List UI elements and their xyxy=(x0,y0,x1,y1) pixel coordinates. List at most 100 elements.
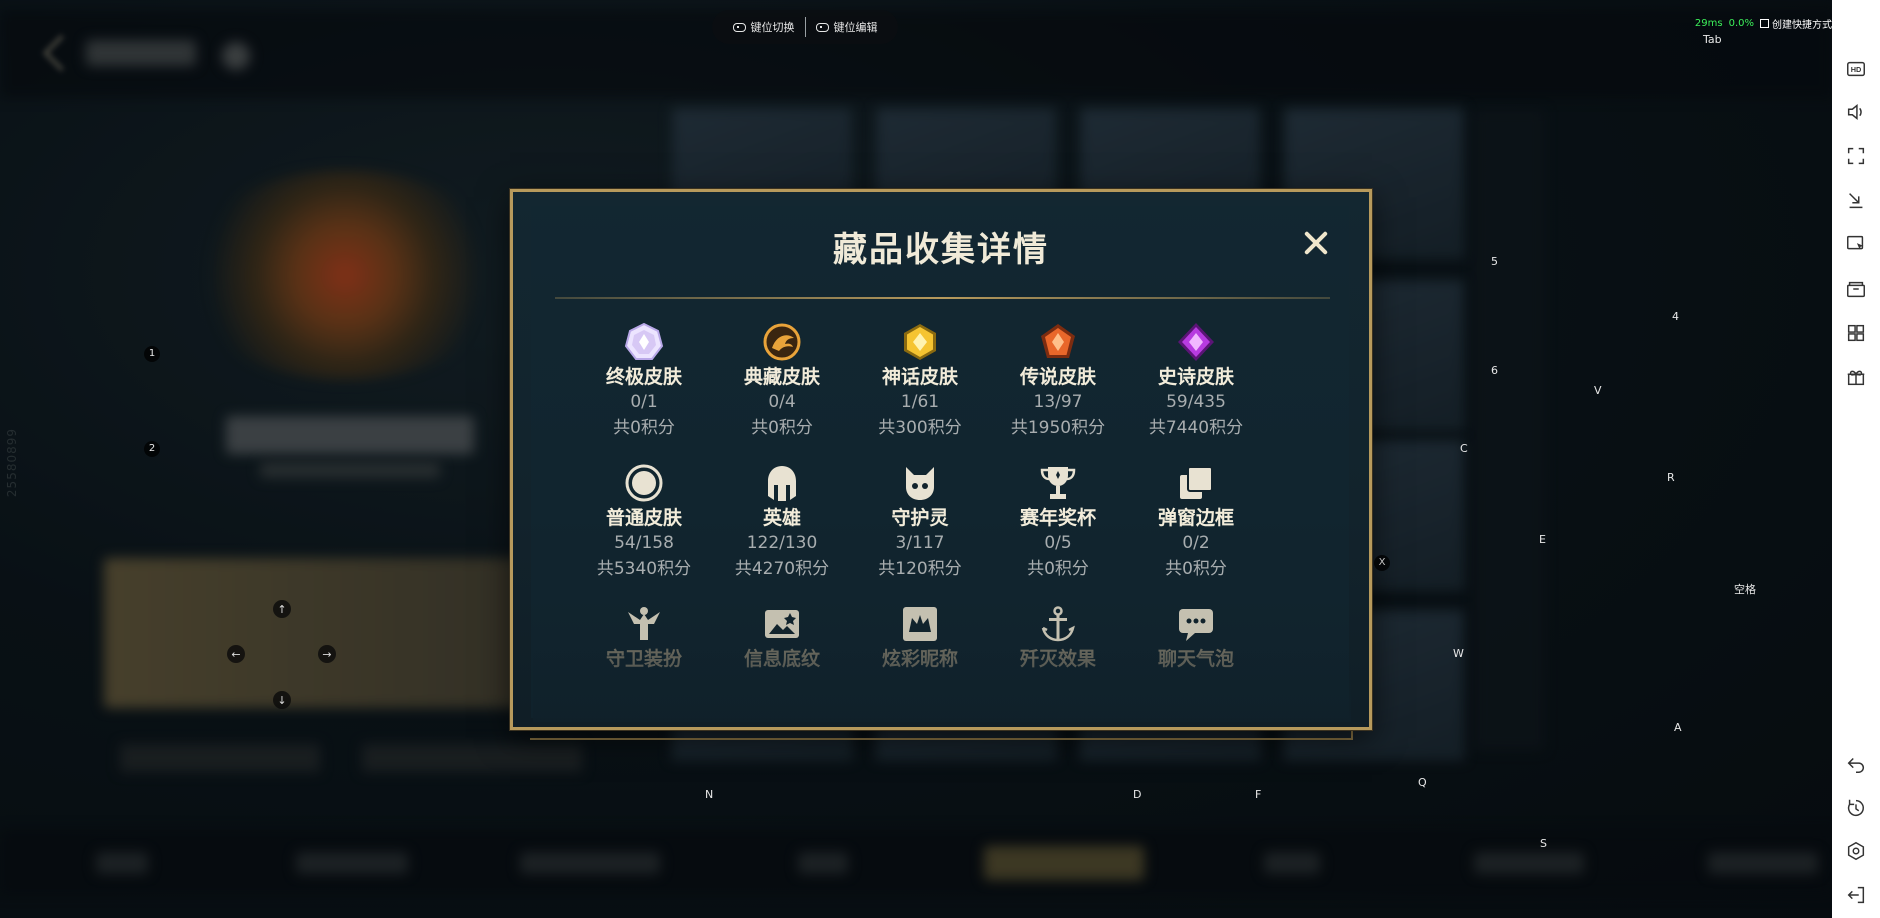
collection-item-normal-skin-circle[interactable]: 普通皮肤 54/158 共5340积分 xyxy=(575,463,713,582)
item-name: 赛年奖杯 xyxy=(1019,507,1096,529)
collection-item-info-background[interactable]: 信息底纹 xyxy=(713,604,851,672)
home-hex-icon[interactable] xyxy=(1844,839,1868,863)
key-label-2: 2 xyxy=(144,441,160,457)
item-count: 59/435 xyxy=(1166,392,1226,412)
hd-quality-icon[interactable]: HD xyxy=(1844,57,1868,81)
mythic-gem-icon xyxy=(900,322,940,362)
item-count: 0/1 xyxy=(630,392,658,412)
collection-item-ultimate-skin-gem[interactable]: 终极皮肤 0/1 共0积分 xyxy=(575,322,713,441)
ultimate-skin-gem-icon xyxy=(624,322,664,362)
hero-helmet-icon xyxy=(762,463,802,503)
create-shortcut-button[interactable]: 创建快捷方式 xyxy=(1760,16,1832,31)
back-icon[interactable] xyxy=(1844,752,1868,776)
item-count: 0/2 xyxy=(1182,533,1210,553)
item-points: 共0积分 xyxy=(613,418,675,438)
item-name: 聊天气泡 xyxy=(1157,648,1234,670)
key-label-e: E xyxy=(1539,533,1546,546)
fullscreen-icon[interactable] xyxy=(1844,144,1868,168)
status-bar: 29ms 0.0% 创建快捷方式 xyxy=(1695,16,1832,31)
key-edit-label: 键位编辑 xyxy=(833,21,878,34)
collection-details-dialog: 藏品收集详情 终极皮肤 0/1 共0积分 典藏皮肤 0/4 共0积分 神话皮肤 1/61 共30… xyxy=(510,189,1372,730)
key-switch-button[interactable]: 键位切换 xyxy=(732,19,795,35)
key-label-x: X xyxy=(1374,555,1390,571)
collection-item-epic-gem[interactable]: 史诗皮肤 59/435 共7440积分 xyxy=(1127,322,1265,441)
item-name: 传说皮肤 xyxy=(1019,366,1096,388)
item-count: 0/5 xyxy=(1044,533,1072,553)
emulator-screen: 25580899 Tab 1 2 3 4 5 6 V C R E X 空格 W … xyxy=(0,0,1880,918)
gift-icon[interactable] xyxy=(1844,365,1868,389)
key-label-a: A xyxy=(1674,721,1682,734)
exit-icon[interactable] xyxy=(1844,883,1868,907)
normal-skin-circle-icon xyxy=(624,463,664,503)
close-button[interactable] xyxy=(1301,228,1331,258)
collection-grid: 终极皮肤 0/1 共0积分 典藏皮肤 0/4 共0积分 神话皮肤 1/61 共300积分 传说皮肤… xyxy=(575,322,1265,672)
item-points: 共4270积分 xyxy=(734,559,830,579)
chat-bubble-icon xyxy=(1176,604,1216,644)
item-points: 共0积分 xyxy=(751,418,813,438)
collection-item-trophy[interactable]: 赛年奖杯 0/5 共0积分 xyxy=(989,463,1127,582)
collection-item-guardian-spirit[interactable]: 守护灵 3/117 共120积分 xyxy=(851,463,989,582)
item-count: 1/61 xyxy=(900,392,940,412)
colorful-nickname-icon xyxy=(900,604,940,644)
item-points: 共120积分 xyxy=(878,559,962,579)
key-label-5: 5 xyxy=(1491,255,1498,268)
item-name: 英雄 xyxy=(762,507,801,529)
collection-item-kill-effect[interactable]: 歼灭效果 xyxy=(989,604,1127,672)
shortcut-icon xyxy=(1760,19,1769,28)
legend-gem-icon xyxy=(1038,322,1078,362)
key-label-n: N xyxy=(705,788,714,801)
collection-item-collector-dragon[interactable]: 典藏皮肤 0/4 共0积分 xyxy=(713,322,851,441)
gamepad-icon xyxy=(815,22,829,32)
key-label-q: Q xyxy=(1418,776,1427,789)
collector-dragon-icon xyxy=(762,322,802,362)
item-points: 共7440积分 xyxy=(1148,418,1244,438)
collection-item-colorful-nickname[interactable]: 炫彩昵称 xyxy=(851,604,989,672)
item-name: 终极皮肤 xyxy=(605,366,682,388)
key-label-d: D xyxy=(1133,788,1142,801)
toolbar-divider xyxy=(804,17,806,37)
collection-item-popup-frame[interactable]: 弹窗边框 0/2 共0积分 xyxy=(1127,463,1265,582)
key-label-c: C xyxy=(1460,442,1468,455)
screen-select-icon[interactable] xyxy=(1844,232,1868,256)
info-background-icon xyxy=(762,604,802,644)
item-name: 史诗皮肤 xyxy=(1157,366,1234,388)
collection-item-guard-costume[interactable]: 守卫装扮 xyxy=(575,604,713,672)
collection-item-legend-gem[interactable]: 传说皮肤 13/97 共1950积分 xyxy=(989,322,1127,441)
emulator-sidebar: HD xyxy=(1832,0,1880,918)
collection-item-hero-helmet[interactable]: 英雄 122/130 共4270积分 xyxy=(713,463,851,582)
item-points: 共0积分 xyxy=(1165,559,1227,579)
collection-item-mythic-gem[interactable]: 神话皮肤 1/61 共300积分 xyxy=(851,322,989,441)
arrow-right-icon: → xyxy=(318,645,336,663)
collection-item-chat-bubble[interactable]: 聊天气泡 xyxy=(1127,604,1265,672)
key-label-r: R xyxy=(1667,471,1675,484)
item-name: 信息底纹 xyxy=(743,648,820,670)
item-name: 弹窗边框 xyxy=(1157,507,1234,529)
kill-effect-icon xyxy=(1038,604,1078,644)
arrow-left-icon: ← xyxy=(227,645,245,663)
key-label-f: F xyxy=(1255,788,1262,801)
key-label-1: 1 xyxy=(144,346,160,362)
key-label-4: 4 xyxy=(1672,310,1679,323)
keymap-toolbar: 键位切换 键位编辑 xyxy=(712,10,898,44)
item-name: 典藏皮肤 xyxy=(743,366,820,388)
key-label-space: 空格 xyxy=(1734,583,1756,596)
item-count: 122/130 xyxy=(746,533,818,553)
dialog-title: 藏品收集详情 xyxy=(833,230,1049,270)
trophy-icon xyxy=(1038,463,1078,503)
restart-icon[interactable] xyxy=(1844,796,1868,820)
minimize-icon[interactable] xyxy=(1844,188,1868,212)
create-shortcut-label: 创建快捷方式 xyxy=(1772,20,1832,31)
key-edit-button[interactable]: 键位编辑 xyxy=(815,19,878,35)
item-name: 守卫装扮 xyxy=(605,648,682,670)
arrow-up-icon: ↑ xyxy=(273,600,291,618)
key-label-v: V xyxy=(1594,384,1602,397)
apps-grid-icon[interactable] xyxy=(1844,321,1868,345)
guard-costume-icon xyxy=(624,604,664,644)
item-name: 普通皮肤 xyxy=(605,507,682,529)
item-points: 共5340积分 xyxy=(596,559,692,579)
item-count: 54/158 xyxy=(614,533,674,553)
package-icon[interactable] xyxy=(1844,277,1868,301)
item-points: 共1950积分 xyxy=(1010,418,1106,438)
volume-icon[interactable] xyxy=(1844,100,1868,124)
svg-text:HD: HD xyxy=(1851,65,1862,74)
